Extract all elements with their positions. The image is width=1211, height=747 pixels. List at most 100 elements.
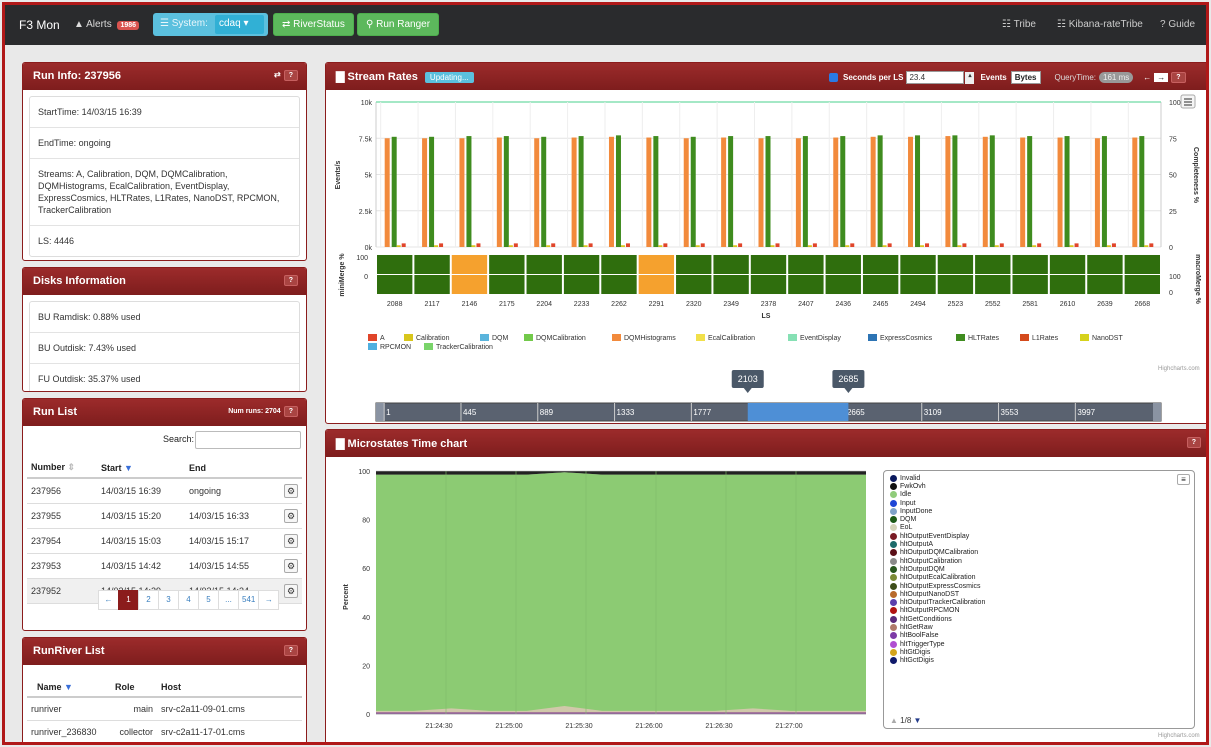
- gear-icon[interactable]: ⚙: [284, 559, 298, 573]
- legend-item[interactable]: hltGetConditions: [890, 615, 985, 623]
- table-row[interactable]: 237953 14/03/15 14:42 14/03/15 14:55 ⚙: [27, 553, 302, 579]
- gear-icon[interactable]: ⚙: [284, 534, 298, 548]
- col-role[interactable]: Role: [111, 678, 157, 698]
- x-tick-label: 2610: [1060, 301, 1076, 308]
- col-name[interactable]: Name ▼: [27, 678, 111, 698]
- navigator-window: [747, 403, 849, 421]
- legend-item[interactable]: FwkOvh: [890, 482, 985, 490]
- legend-item[interactable]: hltOutputNanoDST: [890, 590, 985, 598]
- legend-label: L1Rates: [1032, 335, 1059, 342]
- legend-swatch: [890, 532, 897, 540]
- legend-item[interactable]: Input: [890, 499, 985, 507]
- table-row[interactable]: runriver_236830 collector srv-c2a11-17-01.…: [27, 720, 302, 742]
- run-number[interactable]: 237952: [27, 578, 97, 604]
- legend-item[interactable]: Idle: [890, 491, 985, 499]
- updating-badge[interactable]: Updating...: [424, 72, 474, 83]
- legend-item[interactable]: hltTriggerType: [890, 640, 985, 648]
- page-1-button[interactable]: 1: [118, 590, 139, 610]
- col-end[interactable]: End: [185, 458, 280, 479]
- page-4-button[interactable]: 4: [178, 590, 199, 610]
- legend-item[interactable]: hltOutputCalibration: [890, 557, 985, 565]
- gear-icon[interactable]: ⚙: [284, 584, 298, 598]
- spl-checkbox[interactable]: [829, 73, 838, 82]
- brand-title[interactable]: F3 Mon: [19, 18, 60, 32]
- legend-item[interactable]: hltGtDigis: [890, 648, 985, 656]
- legend-item[interactable]: hltOutputEventDisplay: [890, 532, 985, 540]
- legend-item[interactable]: hltOutputExpressCosmics: [890, 582, 985, 590]
- table-row[interactable]: 237954 14/03/15 15:03 14/03/15 15:17 ⚙: [27, 528, 302, 554]
- gear-icon[interactable]: ⚙: [284, 484, 298, 498]
- refresh-icon[interactable]: ⇄: [274, 70, 281, 79]
- arrow-left-icon[interactable]: ←: [1143, 73, 1151, 82]
- legend-item[interactable]: hltBoolFalse: [890, 632, 985, 640]
- help-button[interactable]: ?: [283, 645, 298, 656]
- bar-hltrates: [653, 136, 659, 247]
- table-row[interactable]: runriver main srv-c2a11-09-01.cms: [27, 697, 302, 721]
- page-prev-button[interactable]: ←: [98, 590, 119, 610]
- legend-item[interactable]: Invalid: [890, 474, 985, 482]
- page-3-button[interactable]: 3: [158, 590, 179, 610]
- x-tick-label: 2320: [686, 301, 702, 308]
- legend-prev-icon[interactable]: ▲: [890, 716, 898, 725]
- help-button[interactable]: ?: [283, 406, 298, 417]
- table-row[interactable]: 237955 14/03/15 15:20 14/03/15 16:33 ⚙: [27, 503, 302, 529]
- page-541-button[interactable]: 541: [238, 590, 260, 610]
- page-5-button[interactable]: 5: [198, 590, 219, 610]
- col-host[interactable]: Host: [157, 678, 302, 698]
- system-select[interactable]: cdaq ▾: [215, 15, 264, 34]
- legend-item[interactable]: hltGctDigis: [890, 657, 985, 665]
- tribe-link[interactable]: ☷ Tribe: [1002, 19, 1036, 30]
- help-button[interactable]: ?: [283, 70, 298, 81]
- legend-item[interactable]: hltOutputEcalCalibration: [890, 574, 985, 582]
- search-input[interactable]: [195, 431, 301, 449]
- legend-swatch: [524, 334, 533, 341]
- bar-calibration: [508, 245, 513, 247]
- legend-item[interactable]: InputDone: [890, 507, 985, 515]
- disks-list: BU Ramdisk: 0.88% used BU Outdisk: 7.43%…: [29, 301, 300, 391]
- run-number[interactable]: 237954: [27, 528, 97, 554]
- alerts-link[interactable]: ▲ Alerts 1986: [74, 19, 140, 30]
- y-axis-title: Percent: [343, 583, 350, 609]
- help-button[interactable]: ?: [283, 275, 298, 286]
- menu-icon[interactable]: ≡: [1177, 474, 1190, 485]
- run-ranger-button[interactable]: ⚲ Run Ranger: [357, 13, 440, 36]
- bytes-toggle[interactable]: Bytes: [1010, 71, 1041, 84]
- events-label[interactable]: Events: [980, 73, 1006, 82]
- page-next-button[interactable]: →: [258, 590, 280, 610]
- riverstatus-button[interactable]: ⇄ RiverStatus: [273, 13, 354, 36]
- help-button[interactable]: ?: [1171, 72, 1186, 83]
- spinner-icon[interactable]: ▴: [965, 71, 975, 84]
- legend-item[interactable]: EoL: [890, 524, 985, 532]
- legend-item[interactable]: hltOutputA: [890, 540, 985, 549]
- kibana-link[interactable]: ☷ Kibana-rateTribe: [1057, 19, 1143, 30]
- run-number[interactable]: 237955: [27, 503, 97, 529]
- page-ellipsis: ...: [218, 590, 239, 610]
- run-number[interactable]: 237956: [27, 478, 97, 504]
- legend-item[interactable]: hltOutputRPCMON: [890, 607, 985, 615]
- guide-link[interactable]: ? Guide: [1160, 19, 1195, 30]
- legend-label: DQM: [900, 516, 917, 524]
- x-tick-label: 21:25:30: [565, 723, 592, 730]
- search-label: Search:: [163, 434, 195, 444]
- legend-item[interactable]: hltOutputDQMCalibration: [890, 549, 985, 557]
- table-row[interactable]: 237956 14/03/15 16:39 ongoing ⚙: [27, 478, 302, 504]
- col-number[interactable]: Number ⇕: [27, 458, 97, 479]
- legend-item[interactable]: hltOutputTrackerCalibration: [890, 598, 985, 607]
- merge-cell: [900, 255, 936, 274]
- page-2-button[interactable]: 2: [138, 590, 159, 610]
- arrow-right-icon[interactable]: →: [1154, 73, 1169, 82]
- legend-item[interactable]: hltGetRaw: [890, 623, 985, 631]
- run-start-time: StartTime: 14/03/15 16:39: [30, 97, 299, 128]
- legend-item[interactable]: DQM: [890, 515, 985, 524]
- legend-next-icon[interactable]: ▼: [914, 716, 922, 725]
- legend-label: EoL: [900, 524, 913, 532]
- col-start[interactable]: Start ▼: [97, 458, 185, 479]
- legend-label: TrackerCalibration: [436, 344, 493, 351]
- help-button[interactable]: ?: [1186, 437, 1201, 448]
- gear-icon[interactable]: ⚙: [284, 509, 298, 523]
- legend-item[interactable]: hltOutputDQM: [890, 565, 985, 573]
- system-selector[interactable]: ☰ System: cdaq ▾: [153, 13, 268, 36]
- bar-dqmhistograms: [422, 138, 428, 247]
- run-number[interactable]: 237953: [27, 553, 97, 579]
- spl-input[interactable]: 23.4: [906, 71, 965, 84]
